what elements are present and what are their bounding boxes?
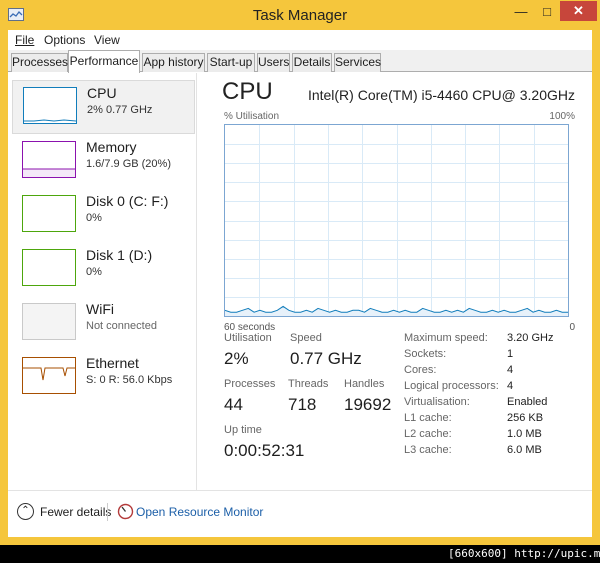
sidebar-item-disk0[interactable]: Disk 0 (C: F:) 0% (12, 189, 195, 243)
open-resource-monitor-link[interactable]: Open Resource Monitor (136, 505, 263, 519)
processes-label: Processes (224, 378, 276, 390)
tab-start-up[interactable]: Start-up (207, 53, 255, 72)
detail-key: Cores: (404, 364, 437, 376)
fewer-details-button[interactable]: Fewer details (40, 505, 111, 519)
menu-bar: File Options View (8, 30, 592, 50)
sidebar-item-ethernet[interactable]: Ethernet S: 0 R: 56.0 Kbps (12, 351, 195, 405)
sidebar-item-memory[interactable]: Memory 1.6/7.9 GB (20%) (12, 135, 195, 189)
disk1-thumbnail (22, 249, 76, 286)
detail-key: Sockets: (404, 348, 447, 360)
resource-monitor-icon[interactable] (117, 503, 134, 520)
sidebar-item-name: Ethernet (86, 355, 139, 371)
menu-file-label: File (15, 33, 35, 47)
uptime-label: Up time (224, 424, 262, 436)
task-manager-window: Task Manager — □ ✕ File Options View Pro… (0, 0, 600, 545)
close-button[interactable]: ✕ (560, 1, 597, 21)
tab-users[interactable]: Users (257, 53, 290, 72)
sidebar-item-detail: S: 0 R: 56.0 Kbps (86, 374, 173, 386)
detail-value: 1 (507, 348, 514, 360)
menu-view-label: View (94, 33, 120, 47)
detail-value: Enabled (507, 396, 548, 408)
page-title: CPU (222, 78, 273, 105)
minimize-button[interactable]: — (508, 1, 534, 21)
tab-strip: Processes Performance App history Start-… (8, 50, 592, 73)
detail-value: 256 KB (507, 412, 544, 424)
wifi-thumbnail (22, 303, 76, 340)
graph-time-end: 0 (569, 322, 575, 333)
footer-bar: ⌃ Fewer details Open Resource Monitor (8, 490, 592, 537)
ethernet-thumbnail (22, 357, 76, 394)
detail-value: 3.20 GHz (507, 332, 554, 344)
menu-options[interactable]: Options (44, 33, 85, 47)
detail-key: Maximum speed: (404, 332, 488, 344)
detail-value: 6.0 MB (507, 444, 542, 456)
sidebar-item-name: CPU (87, 85, 117, 101)
chevron-up-icon[interactable]: ⌃ (17, 503, 34, 520)
menu-file[interactable]: File (15, 33, 34, 47)
cpu-graph-canvas (225, 125, 568, 316)
handles-value: 19692 (344, 395, 392, 414)
detail-key: L2 cache: (404, 428, 452, 440)
sidebar-item-wifi[interactable]: WiFi Not connected (12, 297, 195, 351)
detail-value: 4 (507, 364, 514, 376)
cpu-utilisation-graph (224, 124, 569, 317)
cpu-model: Intel(R) Core(TM) i5-4460 CPU@ 3.20GHz (307, 87, 575, 103)
memory-thumbnail (22, 141, 76, 178)
graph-y-label: % Utilisation (224, 111, 280, 122)
tab-performance[interactable]: Performance (68, 50, 140, 73)
tab-processes[interactable]: Processes (11, 53, 68, 72)
sidebar-item-detail: 2% 0.77 GHz (87, 104, 153, 116)
watermark-text: [660x600] http://upic.me/ (448, 547, 600, 560)
menu-options-label: Options (44, 33, 86, 47)
graph-y-max: 100% (549, 111, 575, 122)
detail-value: 4 (507, 380, 514, 392)
processes-value: 44 (224, 395, 243, 414)
detail-key: Virtualisation: (404, 396, 470, 408)
uptime-value: 0:00:52:31 (224, 441, 305, 460)
title-bar[interactable]: Task Manager — □ ✕ (0, 0, 600, 30)
sidebar-item-name: WiFi (86, 301, 114, 317)
sidebar-item-detail: 0% (86, 212, 102, 224)
resource-sidebar: CPU 2% 0.77 GHz Memory 1.6/7.9 GB (20%) … (8, 73, 197, 490)
utilisation-value: 2% (224, 349, 249, 368)
detail-key: L1 cache: (404, 412, 452, 424)
sidebar-item-detail: 0% (86, 266, 102, 278)
tab-app-history[interactable]: App history (142, 53, 205, 72)
speed-value: 0.77 GHz (290, 349, 362, 368)
sidebar-item-name: Disk 1 (D:) (86, 247, 153, 263)
sidebar-item-cpu[interactable]: CPU 2% 0.77 GHz (12, 80, 195, 134)
sidebar-item-disk1[interactable]: Disk 1 (D:) 0% (12, 243, 195, 297)
detail-key: Logical processors: (404, 380, 499, 392)
disk0-thumbnail (22, 195, 76, 232)
threads-value: 718 (288, 395, 317, 414)
sidebar-item-name: Memory (86, 139, 137, 155)
sidebar-item-name: Disk 0 (C: F:) (86, 193, 169, 209)
footer-divider (107, 503, 108, 521)
sidebar-item-detail: 1.6/7.9 GB (20%) (86, 158, 171, 170)
handles-label: Handles (344, 378, 385, 390)
detail-key: L3 cache: (404, 444, 452, 456)
maximize-button[interactable]: □ (534, 1, 560, 21)
tab-services[interactable]: Services (334, 53, 381, 72)
speed-label: Speed (290, 332, 322, 344)
menu-view[interactable]: View (94, 33, 120, 47)
detail-value: 1.0 MB (507, 428, 542, 440)
sidebar-item-detail: Not connected (86, 320, 157, 332)
tab-details[interactable]: Details (292, 53, 332, 72)
utilisation-label: Utilisation (224, 332, 272, 344)
cpu-detail-pane: CPU Intel(R) Core(TM) i5-4460 CPU@ 3.20G… (208, 73, 592, 490)
cpu-thumbnail (23, 87, 77, 124)
threads-label: Threads (288, 378, 329, 390)
performance-panel: CPU 2% 0.77 GHz Memory 1.6/7.9 GB (20%) … (8, 73, 592, 490)
window-client: File Options View Processes Performance … (8, 30, 592, 537)
